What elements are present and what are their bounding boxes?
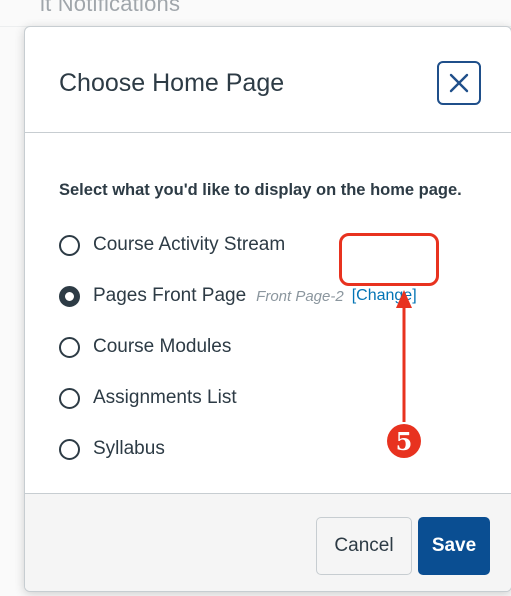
annotation-arrow-icon [396, 290, 412, 422]
annotation-step-number: 5 [387, 424, 421, 458]
